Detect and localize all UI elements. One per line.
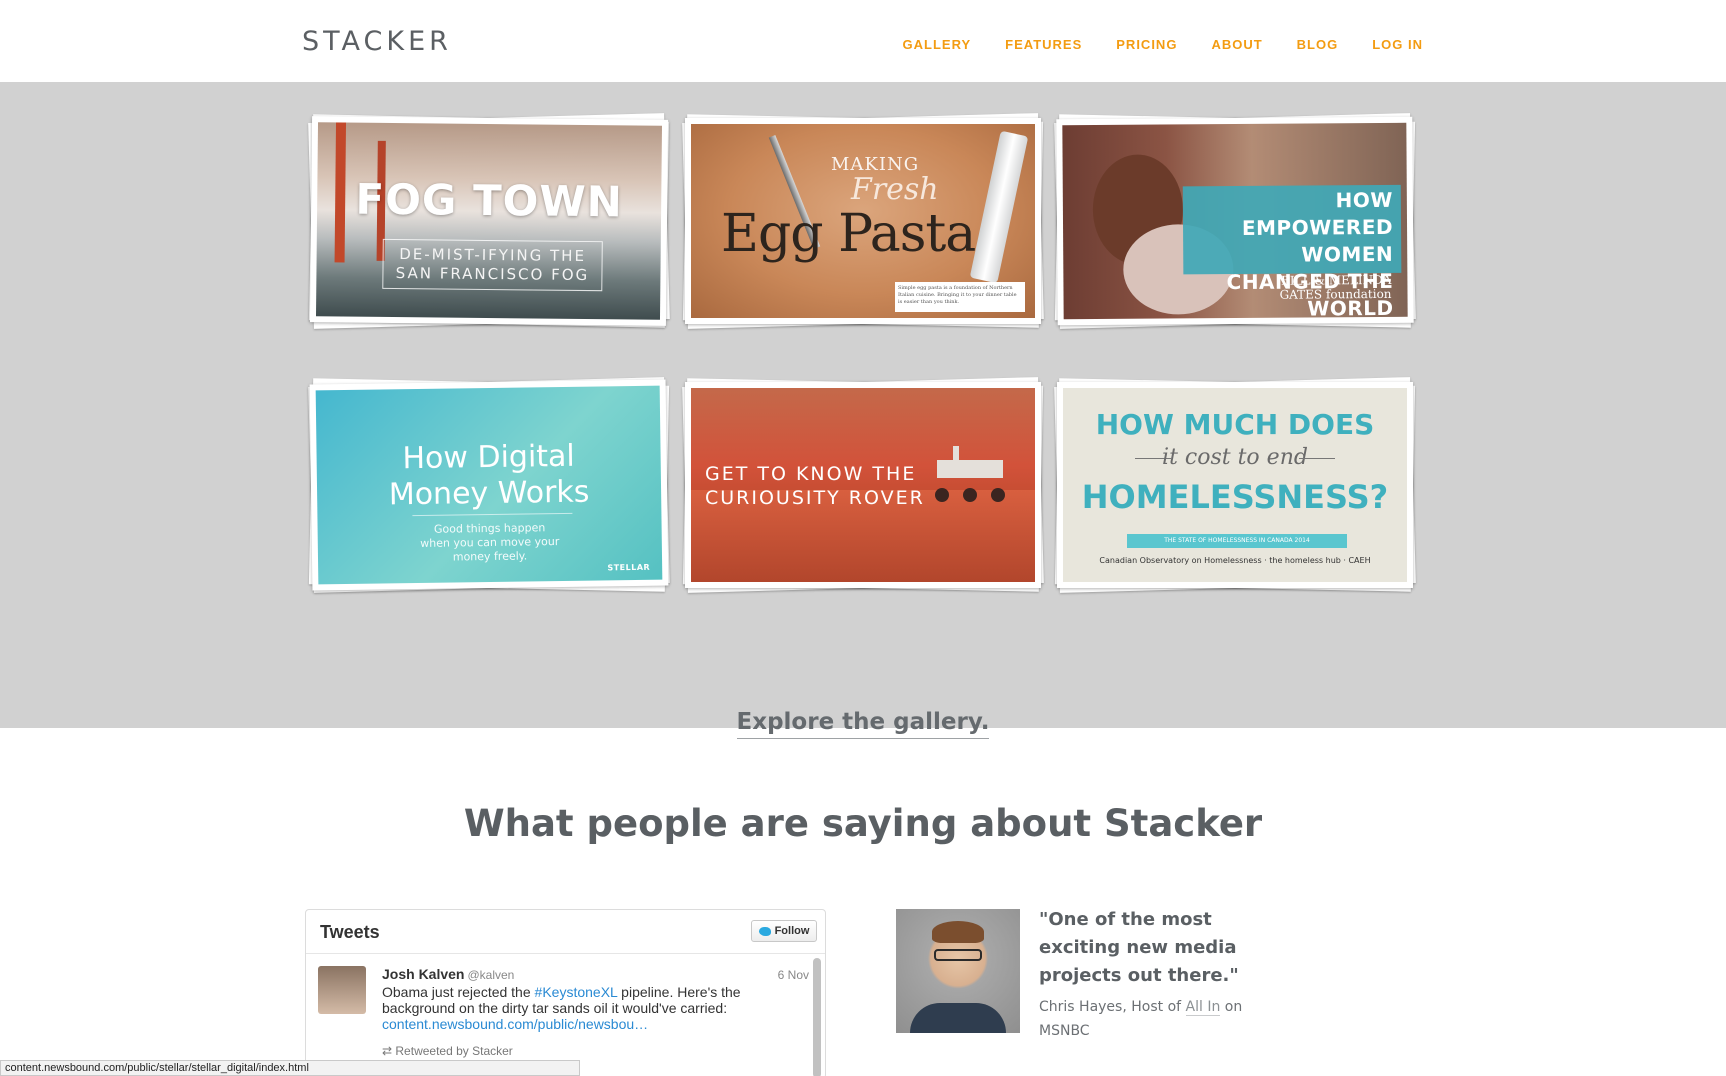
follow-label: Follow <box>774 925 810 937</box>
tweets-widget: Tweets Follow Josh Kalven @kalven 6 Nov O… <box>305 909 826 1076</box>
tweet-url-link[interactable]: content.newsbound.com/public/newsbou… <box>382 1016 648 1032</box>
card-front: FOG TOWN DE-MIST-IFYING THE SAN FRANCISC… <box>309 116 669 326</box>
nav-about[interactable]: ABOUT <box>1211 37 1262 52</box>
nav-blog[interactable]: BLOG <box>1297 37 1339 52</box>
rover-body <box>937 460 1003 478</box>
gallery-card-empowered-women[interactable]: HOW EMPOWERED WOMEN CHANGED THE WORLD BI… <box>1054 113 1416 329</box>
partner-logos: Canadian Observatory on Homelessness · t… <box>1099 556 1371 565</box>
card-thumbnail: MAKING Fresh Egg Pasta Simple egg pasta … <box>691 124 1035 318</box>
explore-gallery-link[interactable]: Explore the gallery. <box>736 709 990 739</box>
nav-gallery[interactable]: GALLERY <box>903 37 972 52</box>
tweets-scrollbar[interactable] <box>813 958 821 1076</box>
gallery-section: FOG TOWN DE-MIST-IFYING THE SAN FRANCISC… <box>0 82 1726 739</box>
retweeted-note: ⇄ Retweeted by Stacker <box>382 1044 513 1058</box>
tweet-text: Obama just rejected the #KeystoneXL pipe… <box>382 984 762 1032</box>
card-title: FOG TOWN <box>355 174 624 227</box>
tweet-author[interactable]: Josh Kalven @kalven <box>382 966 514 982</box>
follow-button[interactable]: Follow <box>751 920 817 942</box>
twitter-bird-icon <box>758 926 771 936</box>
gallery-card-homelessness[interactable]: HOW MUCH DOES it cost to end HOMELESSNES… <box>1054 377 1416 593</box>
browser-status-bar: content.newsbound.com/public/stellar/ste… <box>0 1060 580 1076</box>
rover-graphic <box>931 446 1011 502</box>
retweeted-label: Retweeted by Stacker <box>395 1044 513 1058</box>
gallery-card-egg-pasta[interactable]: MAKING Fresh Egg Pasta Simple egg pasta … <box>682 113 1044 329</box>
tweet-date[interactable]: 6 Nov <box>778 968 809 982</box>
suit-graphic <box>910 1003 1006 1033</box>
card-front: HOW EMPOWERED WOMEN CHANGED THE WORLD BI… <box>1056 116 1414 326</box>
nav-features[interactable]: FEATURES <box>1005 37 1082 52</box>
hashtag-link[interactable]: #KeystoneXL <box>535 984 618 1000</box>
main-nav: GALLERY FEATURES PRICING ABOUT BLOG LOG … <box>903 37 1423 52</box>
card-front: HOW MUCH DOES it cost to end HOMELESSNES… <box>1057 382 1413 588</box>
card-title-line3: Egg Pasta <box>721 204 976 264</box>
gates-foundation-logo: BILL & MELINDA GATES foundation <box>1279 272 1392 302</box>
card-thumbnail: GET TO KNOW THE CURIOUSITY ROVER <box>691 388 1035 582</box>
card-thumbnail: How Digital Money Works Good things happ… <box>315 385 663 585</box>
tweet-text-part: Obama just rejected the <box>382 984 535 1000</box>
card-title-line3: HOMELESSNESS? <box>1081 478 1389 516</box>
attribution-prefix: Chris Hayes, Host of <box>1039 999 1186 1015</box>
tweet-author-name[interactable]: Josh Kalven <box>382 966 464 982</box>
card-subtitle: DE-MIST-IFYING THE SAN FRANCISCO FOG <box>395 245 590 285</box>
gallery-card-curiosity-rover[interactable]: GET TO KNOW THE CURIOUSITY ROVER <box>682 377 1044 593</box>
testimonial-attribution: Chris Hayes, Host of All In on MSNBC <box>1039 995 1279 1043</box>
card-title-line2: Fresh <box>851 172 939 207</box>
gallery-card-digital-money[interactable]: How Digital Money Works Good things happ… <box>308 377 670 593</box>
testimonials-title: What people are saying about Stacker <box>463 802 1263 845</box>
divider-line <box>412 512 573 517</box>
decorative-dash <box>1299 458 1335 459</box>
card-thumbnail: FOG TOWN DE-MIST-IFYING THE SAN FRANCISC… <box>315 122 663 320</box>
card-title-line1: HOW MUCH DOES <box>1095 408 1375 441</box>
tweets-title: Tweets <box>320 922 380 942</box>
rover-wheel <box>991 488 1005 502</box>
card-title-line2: it cost to end <box>1162 445 1308 470</box>
card-subtitle: Good things happen when you can move you… <box>420 521 560 564</box>
card-title: GET TO KNOW THE CURIOUSITY ROVER <box>705 463 925 509</box>
card-front: How Digital Money Works Good things happ… <box>309 379 669 591</box>
card-thumbnail: HOW EMPOWERED WOMEN CHANGED THE WORLD BI… <box>1062 122 1408 320</box>
card-note: Simple egg pasta is a foundation of Nort… <box>895 282 1025 312</box>
card-front: MAKING Fresh Egg Pasta Simple egg pasta … <box>685 118 1041 324</box>
all-in-link[interactable]: All In <box>1185 999 1221 1016</box>
retweet-icon: ⇄ <box>382 1044 396 1058</box>
tweet-handle[interactable]: @kalven <box>467 968 514 982</box>
card-thumbnail: HOW MUCH DOES it cost to end HOMELESSNES… <box>1063 388 1407 582</box>
explore-row: Explore the gallery. <box>0 709 1726 739</box>
stacker-logo[interactable]: STACKER <box>302 26 452 57</box>
rover-wheel <box>963 488 977 502</box>
glasses-graphic <box>934 949 982 961</box>
tweets-header: Tweets Follow <box>306 910 825 954</box>
avatar[interactable] <box>318 966 366 1014</box>
site-header: STACKER GALLERY FEATURES PRICING ABOUT B… <box>0 0 1726 82</box>
card-ribbon: THE STATE OF HOMELESSNESS IN CANADA 2014 <box>1127 534 1347 548</box>
chris-hayes-photo <box>896 909 1020 1033</box>
gallery-card-fog-town[interactable]: FOG TOWN DE-MIST-IFYING THE SAN FRANCISC… <box>308 113 670 329</box>
card-title: How Digital Money Works <box>388 438 590 513</box>
nav-pricing[interactable]: PRICING <box>1116 37 1177 52</box>
hair-graphic <box>932 921 984 943</box>
stellar-logo: STELLAR <box>607 562 651 573</box>
nav-login[interactable]: LOG IN <box>1372 37 1423 52</box>
rover-wheel <box>935 488 949 502</box>
card-front: GET TO KNOW THE CURIOUSITY ROVER <box>685 382 1041 588</box>
rolling-pin-graphic <box>969 130 1029 284</box>
testimonial-quote: "One of the most exciting new media proj… <box>1039 909 1239 986</box>
